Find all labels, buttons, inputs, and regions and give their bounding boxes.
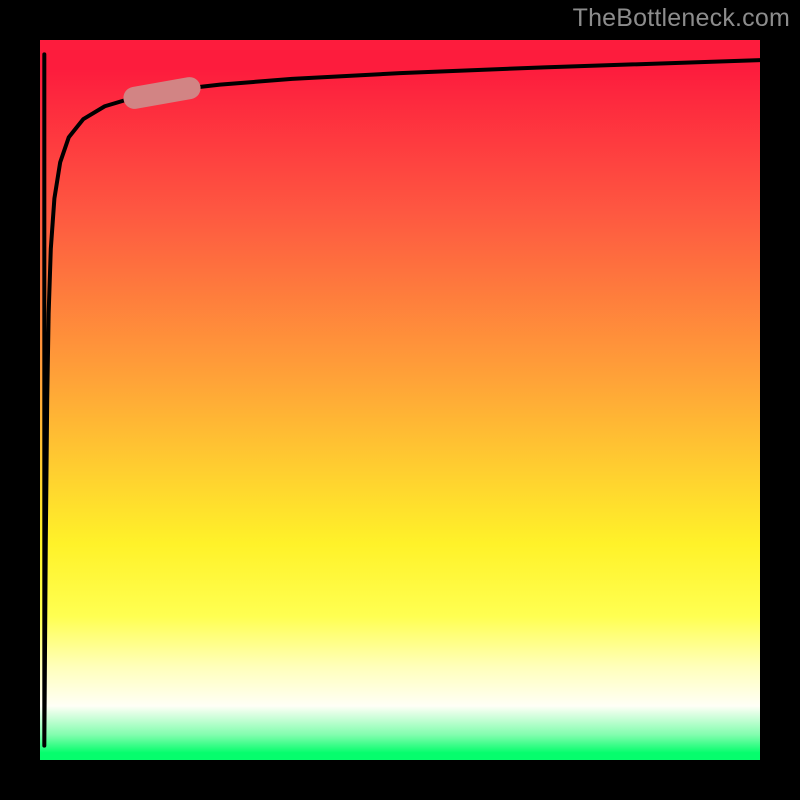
curve-line xyxy=(44,54,760,745)
curve-layer xyxy=(40,40,760,760)
plot-area xyxy=(40,40,760,760)
chart-canvas: TheBottleneck.com xyxy=(0,0,800,800)
watermark-label: TheBottleneck.com xyxy=(573,4,790,33)
